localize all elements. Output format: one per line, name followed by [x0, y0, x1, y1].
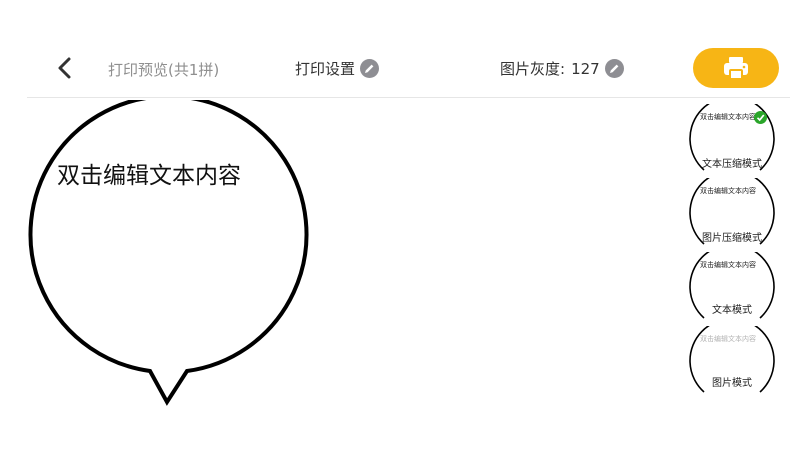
- pencil-icon: [360, 59, 380, 78]
- mode-preview-text: 双击编辑文本内容: [700, 187, 756, 195]
- print-settings-label: 打印设置: [295, 60, 356, 78]
- print-settings-button[interactable]: 打印设置: [295, 58, 380, 79]
- mode-label: 图片模式: [712, 378, 752, 389]
- grayscale-setting[interactable]: 图片灰度: 127: [500, 58, 624, 79]
- mode-preview-text: 双击编辑文本内容: [700, 113, 756, 121]
- mode-image-compress[interactable]: 双击编辑文本内容 图片压缩模式: [688, 178, 776, 248]
- speech-bubble-shape[interactable]: [20, 100, 320, 410]
- bubble-text[interactable]: 双击编辑文本内容: [57, 156, 241, 190]
- mode-label: 文本模式: [712, 305, 752, 316]
- top-bar: 打印预览(共1拼) 打印设置 图片灰度: 127: [0, 0, 800, 98]
- mode-preview-text: 双击编辑文本内容: [700, 335, 756, 343]
- mode-panel: 双击编辑文本内容 文本压缩模式 双击编辑文本内容 图片压缩模式 双击编辑文本内容…: [688, 104, 776, 394]
- back-arrow-icon: [58, 57, 71, 79]
- header-divider: [27, 97, 790, 98]
- mode-text-compress[interactable]: 双击编辑文本内容 文本压缩模式: [688, 104, 776, 174]
- grayscale-label: 图片灰度:: [500, 60, 566, 78]
- mode-text[interactable]: 双击编辑文本内容 文本模式: [688, 252, 776, 322]
- checkmark-icon: [754, 111, 767, 124]
- mode-preview-text: 双击编辑文本内容: [700, 261, 756, 269]
- page-title: 打印预览(共1拼): [108, 61, 220, 79]
- back-button[interactable]: [50, 54, 78, 82]
- pencil-icon: [604, 59, 624, 78]
- mode-label: 图片压缩模式: [702, 233, 762, 244]
- print-button[interactable]: [693, 48, 779, 88]
- printer-icon: [724, 57, 748, 80]
- mode-image[interactable]: 双击编辑文本内容 图片模式: [688, 326, 776, 396]
- mode-label: 文本压缩模式: [702, 159, 762, 170]
- grayscale-value: 127: [571, 59, 600, 78]
